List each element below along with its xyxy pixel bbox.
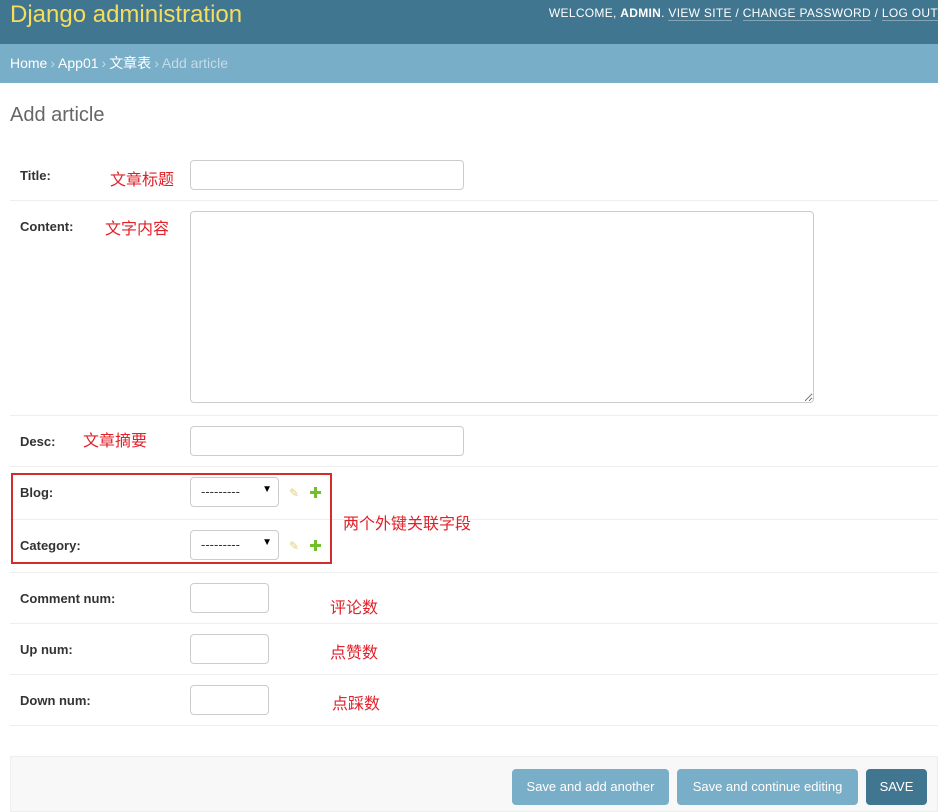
content-textarea[interactable] xyxy=(190,211,814,403)
down-num-label: Down num: xyxy=(20,693,91,708)
breadcrumb-separator: › xyxy=(101,55,107,71)
site-title[interactable]: Django administration xyxy=(10,0,242,30)
title-label: Title: xyxy=(20,168,51,183)
annotation-down-num: 点踩数 xyxy=(332,696,381,713)
save-button[interactable]: SAVE xyxy=(866,769,927,805)
save-and-add-another-button[interactable]: Save and add another xyxy=(512,769,669,805)
save-and-continue-button[interactable]: Save and continue editing xyxy=(677,769,858,805)
view-site-link[interactable]: VIEW SITE xyxy=(668,6,732,21)
breadcrumb: Home › App01 › 文章表 › Add article xyxy=(0,44,938,83)
form-row-down-num: Down num: xyxy=(10,675,938,726)
change-password-link[interactable]: CHANGE PASSWORD xyxy=(742,6,871,21)
form-row-up-num: Up num: xyxy=(10,624,938,675)
username: ADMIN xyxy=(620,6,662,20)
header-bar: Django administration WELCOME, ADMIN. VI… xyxy=(0,0,938,44)
breadcrumb-separator: › xyxy=(154,55,159,71)
page-title: Add article xyxy=(10,104,105,126)
annotation-foreign-keys: 两个外键关联字段 xyxy=(343,516,472,533)
desc-label: Desc: xyxy=(20,434,56,449)
comment-num-input[interactable] xyxy=(190,583,269,613)
breadcrumb-model[interactable]: 文章表 xyxy=(109,55,151,71)
annotation-content: 文字内容 xyxy=(105,221,170,238)
breadcrumb-separator: › xyxy=(50,55,56,71)
user-tools: WELCOME, ADMIN. VIEW SITE / CHANGE PASSW… xyxy=(548,6,938,21)
annotation-desc: 文章摘要 xyxy=(83,433,148,450)
breadcrumb-app[interactable]: App01 xyxy=(58,55,98,71)
annotation-title: 文章标题 xyxy=(110,172,175,189)
desc-input[interactable] xyxy=(190,426,464,456)
breadcrumb-current: Add article xyxy=(161,55,229,71)
annotation-comment-num: 评论数 xyxy=(330,600,379,617)
up-num-input[interactable] xyxy=(190,634,269,664)
separator: / xyxy=(870,6,882,20)
submit-row: Save and add another Save and continue e… xyxy=(10,756,938,812)
up-num-label: Up num: xyxy=(20,642,73,657)
breadcrumb-home[interactable]: Home xyxy=(10,55,47,71)
log-out-link[interactable]: LOG OUT xyxy=(881,6,938,21)
annotation-up-num: 点赞数 xyxy=(330,645,379,662)
form-row-desc: Desc: xyxy=(10,416,938,467)
down-num-input[interactable] xyxy=(190,685,269,715)
form-row-comment-num: Comment num: xyxy=(10,573,938,624)
content-label: Content: xyxy=(20,219,74,234)
highlight-box xyxy=(11,473,332,564)
separator: / xyxy=(731,6,743,20)
comment-num-label: Comment num: xyxy=(20,591,116,606)
title-input[interactable] xyxy=(190,160,464,190)
welcome-text: WELCOME, xyxy=(548,6,621,20)
